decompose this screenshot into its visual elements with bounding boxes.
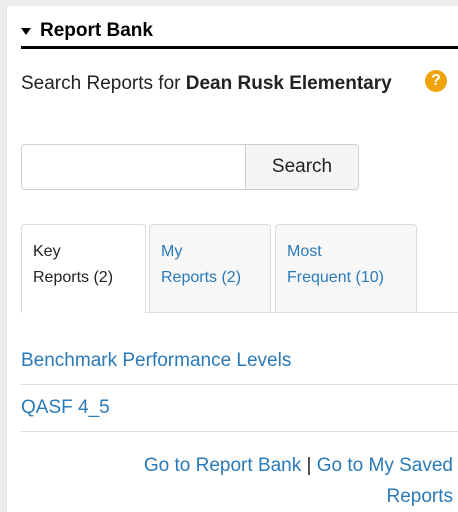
tab-label-line2: Reports (2) <box>33 269 114 286</box>
footer-links: Go to Report Bank | Go to My Saved Repor… <box>93 450 453 512</box>
tab-my-reports[interactable]: My Reports (2) <box>149 224 271 312</box>
report-bank-header[interactable]: Report Bank <box>21 16 458 49</box>
tab-label-line1: Key <box>33 243 61 260</box>
report-tabs: Key Reports (2) My Reports (2) Most Freq… <box>21 224 458 313</box>
footer-separator: | <box>306 455 312 476</box>
tab-key-reports[interactable]: Key Reports (2) <box>21 224 146 313</box>
school-name: Dean Rusk Elementary <box>185 73 392 94</box>
report-link-benchmark-performance-levels[interactable]: Benchmark Performance Levels <box>21 338 458 385</box>
help-icon[interactable]: ? <box>425 70 447 92</box>
search-reports-label: Search Reports for Dean Rusk Elementary <box>21 68 401 99</box>
report-link-qasf[interactable]: QASF 4_5 <box>21 385 458 432</box>
tab-label-line1: Most <box>287 243 322 260</box>
tab-label-line2: Reports (2) <box>161 269 242 286</box>
search-label-prefix: Search Reports for <box>21 73 181 94</box>
go-to-my-saved-reports-link[interactable]: Go to My Saved Reports <box>317 455 453 507</box>
tab-label-line1: My <box>161 243 183 260</box>
tab-label-line2: Frequent (10) <box>287 269 384 286</box>
report-bank-panel: Report Bank Search Reports for Dean Rusk… <box>6 6 458 512</box>
search-button[interactable]: Search <box>245 144 359 190</box>
tab-most-frequent[interactable]: Most Frequent (10) <box>275 224 417 312</box>
go-to-report-bank-link[interactable]: Go to Report Bank <box>144 455 301 476</box>
search-input[interactable] <box>21 144 245 190</box>
collapse-caret-icon[interactable] <box>21 28 31 35</box>
search-form: Search <box>21 144 359 190</box>
report-bank-title: Report Bank <box>40 20 153 41</box>
